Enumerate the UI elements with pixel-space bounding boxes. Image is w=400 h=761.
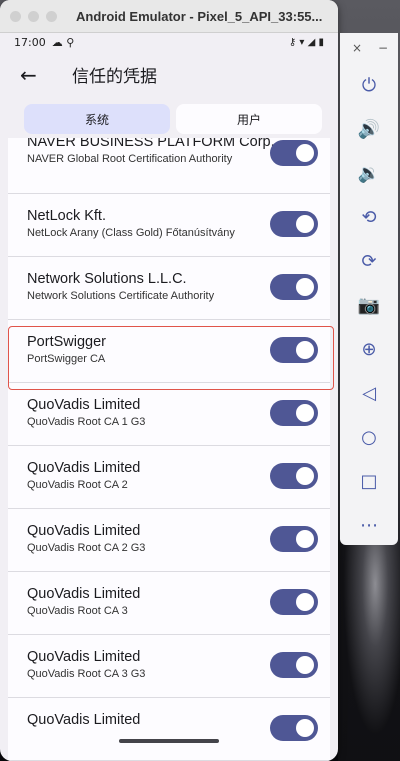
overview-icon[interactable]: □ xyxy=(340,459,398,503)
window-controls xyxy=(0,10,70,22)
cert-row[interactable]: Network Solutions L.L.C. Network Solutio… xyxy=(8,257,330,320)
page-title: 信任的凭据 xyxy=(72,67,157,87)
camera-icon[interactable]: 📷 xyxy=(340,283,398,327)
close-icon[interactable]: × xyxy=(352,41,362,63)
window-titlebar: Android Emulator - Pixel_5_API_33:55... xyxy=(0,0,338,33)
rotate-left-icon[interactable]: ⟲ xyxy=(340,195,398,239)
cert-row[interactable]: NAVER BUSINESS PLATFORM Corp. NAVER Glob… xyxy=(8,138,330,194)
volume-down-icon[interactable]: 🔉 xyxy=(340,151,398,195)
volume-up-icon[interactable]: 🔊 xyxy=(340,107,398,151)
power-icon[interactable]: ⏻ xyxy=(340,63,398,107)
cert-row[interactable]: NetLock Kft. NetLock Arany (Class Gold) … xyxy=(8,194,330,257)
desktop-background xyxy=(338,540,400,761)
rotate-right-icon[interactable]: ⟳ xyxy=(340,239,398,283)
cert-row[interactable]: QuoVadis Limited QuoVadis Root CA 1 G3 xyxy=(8,383,330,446)
cert-toggle[interactable] xyxy=(270,715,318,741)
more-icon[interactable]: ⋯ xyxy=(340,503,398,547)
close-window-button[interactable] xyxy=(10,10,21,22)
certificate-list[interactable]: NAVER BUSINESS PLATFORM Corp. NAVER Glob… xyxy=(8,138,330,761)
app-bar: ← 信任的凭据 xyxy=(0,51,338,98)
cert-toggle[interactable] xyxy=(270,400,318,426)
home-icon[interactable]: ○ xyxy=(340,415,398,459)
cert-row-portswigger[interactable]: PortSwigger PortSwigger CA xyxy=(8,320,330,383)
cert-row[interactable]: QuoVadis Limited QuoVadis Root CA 3 xyxy=(8,572,330,635)
tab-bar: 系统 用户 xyxy=(0,98,338,138)
cert-toggle[interactable] xyxy=(270,337,318,363)
tab-system[interactable]: 系统 xyxy=(24,104,170,134)
gesture-home-bar[interactable] xyxy=(119,739,219,743)
back-icon[interactable]: ◁ xyxy=(340,371,398,415)
cert-toggle[interactable] xyxy=(270,589,318,615)
android-statusbar: 17:00 ☁ ⚲ ⚷ ▾ ◢ ▮ xyxy=(0,33,338,51)
cert-toggle[interactable] xyxy=(270,652,318,678)
cert-toggle[interactable] xyxy=(270,463,318,489)
emulator-window: Android Emulator - Pixel_5_API_33:55... … xyxy=(0,0,338,761)
zoom-window-button[interactable] xyxy=(46,10,57,22)
cert-toggle[interactable] xyxy=(270,274,318,300)
cert-toggle[interactable] xyxy=(270,140,318,166)
zoom-icon[interactable]: ⊕ xyxy=(340,327,398,371)
cert-toggle[interactable] xyxy=(270,211,318,237)
cert-row[interactable]: QuoVadis Limited QuoVadis Root CA 2 G3 xyxy=(8,509,330,572)
status-system-icons: ⚷ ▾ ◢ ▮ xyxy=(288,36,324,48)
cert-toggle[interactable] xyxy=(270,526,318,552)
tab-user[interactable]: 用户 xyxy=(176,104,322,134)
status-time: 17:00 xyxy=(14,35,46,49)
status-notification-icons: ☁ ⚲ xyxy=(51,35,75,49)
cert-row[interactable]: QuoVadis Limited xyxy=(8,698,330,761)
minimize-icon[interactable]: − xyxy=(378,41,388,63)
minimize-window-button[interactable] xyxy=(28,10,39,22)
back-arrow-icon[interactable]: ← xyxy=(20,63,58,87)
emulator-side-toolbar: × − ⏻ 🔊 🔉 ⟲ ⟳ 📷 ⊕ ◁ ○ □ ⋯ xyxy=(340,33,398,545)
cert-row[interactable]: QuoVadis Limited QuoVadis Root CA 3 G3 xyxy=(8,635,330,698)
window-title: Android Emulator - Pixel_5_API_33:55... xyxy=(76,8,323,24)
cert-row[interactable]: QuoVadis Limited QuoVadis Root CA 2 xyxy=(8,446,330,509)
